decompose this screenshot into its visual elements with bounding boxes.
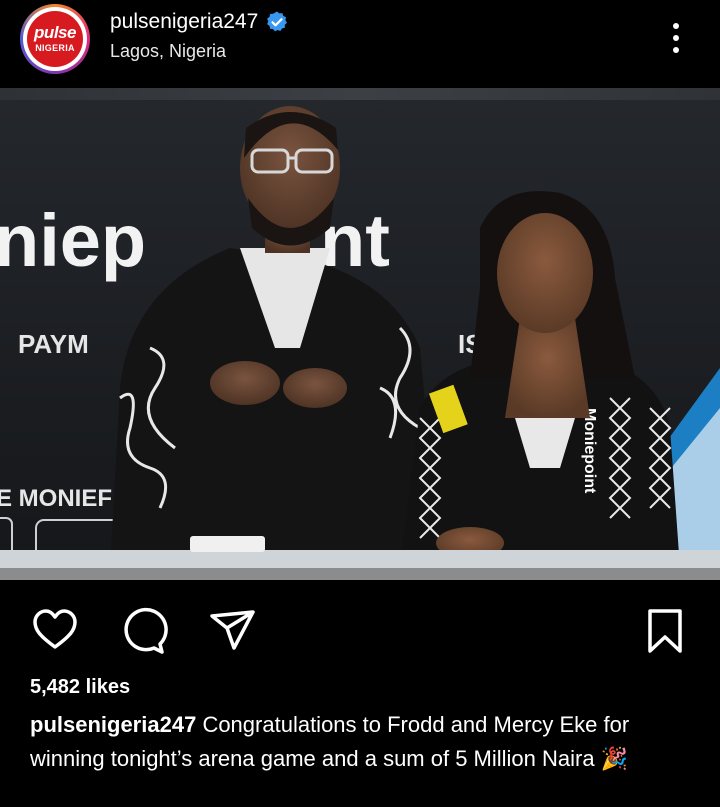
avatar-image: pulse NIGERIA xyxy=(23,7,87,71)
photo-illustration: niep nt PAYM IS E MONIEF Moniepoint xyxy=(0,88,720,580)
username-row: pulsenigeria247 xyxy=(110,10,289,34)
sign-text-large: niep xyxy=(0,199,146,282)
paper-plane-icon[interactable] xyxy=(208,606,258,656)
post-location[interactable]: Lagos, Nigeria xyxy=(110,41,226,62)
pulse-logo: pulse NIGERIA xyxy=(27,11,83,67)
avatar[interactable]: pulse NIGERIA xyxy=(20,4,90,74)
more-vertical-icon[interactable] xyxy=(664,20,688,56)
shirt-brand-text: Moniepoint xyxy=(581,408,598,494)
heart-icon[interactable] xyxy=(30,606,80,656)
sign-text-pay: PAYM xyxy=(18,329,89,359)
post-username[interactable]: pulsenigeria247 xyxy=(110,10,258,34)
verified-badge-icon xyxy=(267,11,288,32)
bookmark-icon[interactable] xyxy=(640,606,690,656)
action-bar xyxy=(0,596,720,662)
logo-text-top: pulse xyxy=(34,23,76,42)
comment-icon[interactable] xyxy=(118,606,168,656)
post-header: pulse NIGERIA pulsenigeria247 Lagos, Nig… xyxy=(0,0,720,88)
likes-count[interactable]: 5,482 likes xyxy=(30,676,130,699)
logo-text-bottom: NIGERIA xyxy=(35,43,75,53)
caption-username[interactable]: pulsenigeria247 xyxy=(30,712,196,737)
post-caption: pulsenigeria247 Congratulations to Frodd… xyxy=(30,708,700,776)
sign-text-monie: E MONIEF xyxy=(0,485,112,512)
party-emoji: 🎉 xyxy=(600,746,629,771)
post-photo[interactable]: niep nt PAYM IS E MONIEF Moniepoint xyxy=(0,88,720,580)
